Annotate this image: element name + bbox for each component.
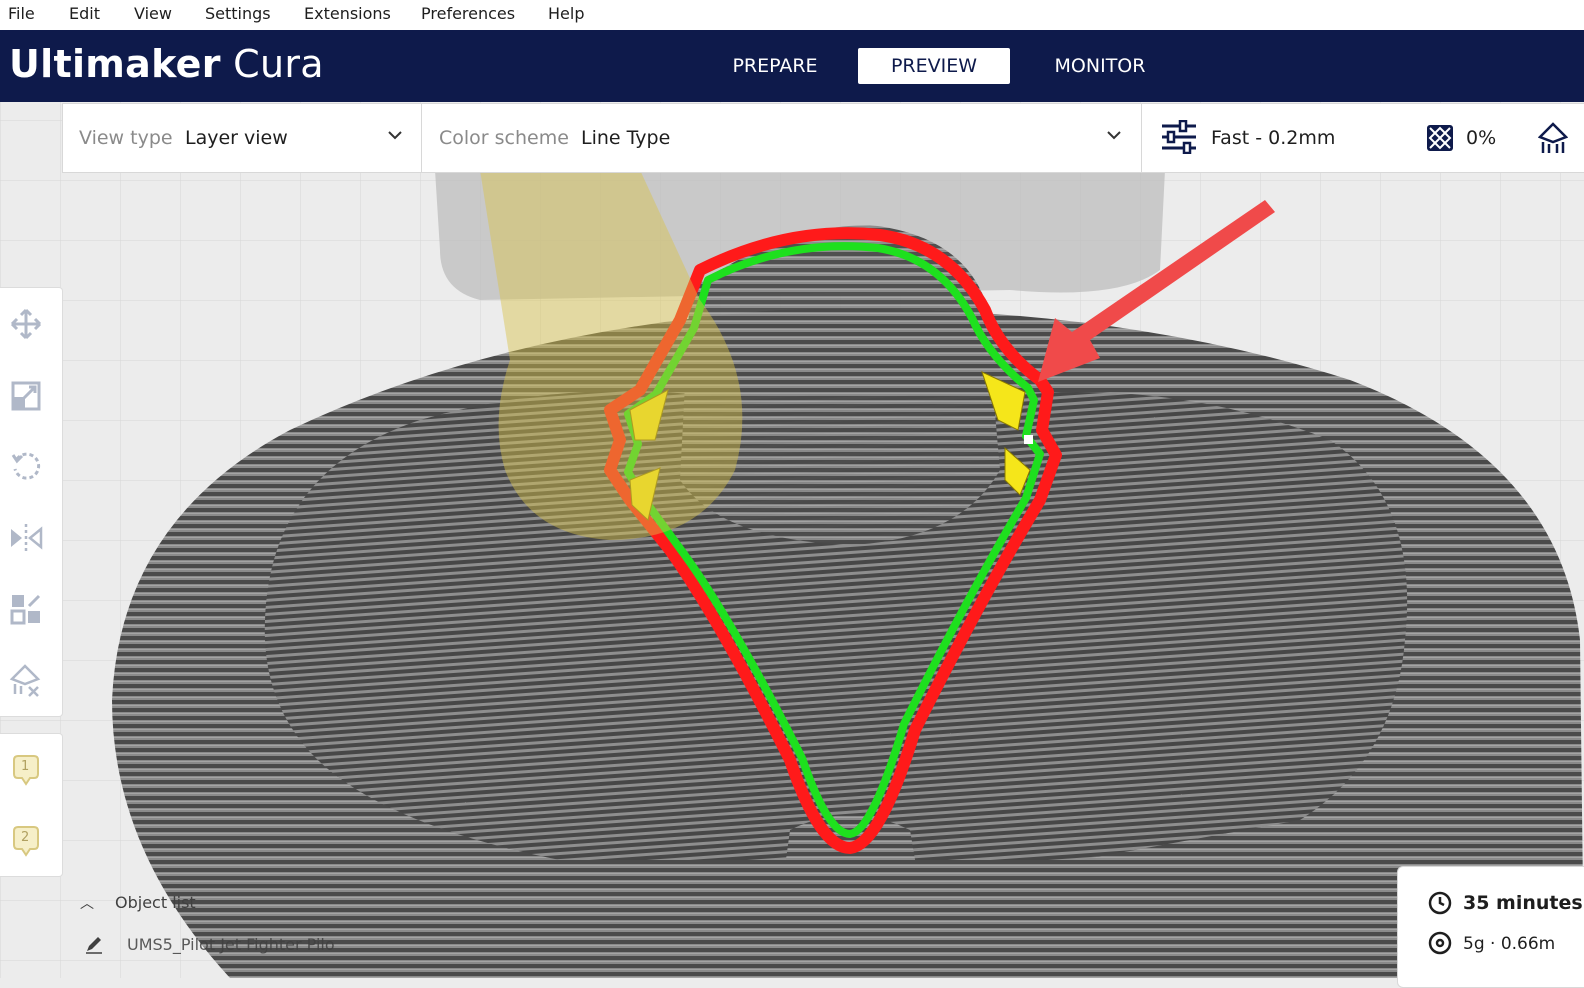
material-usage: 5g · 0.66m	[1463, 934, 1556, 954]
menu-view[interactable]: View	[134, 4, 172, 23]
seam-marker	[1024, 435, 1033, 444]
view-type-dropdown[interactable]: Layer view	[185, 127, 288, 149]
per-model-settings-icon[interactable]	[9, 592, 43, 626]
profile-label[interactable]: Fast - 0.2mm	[1211, 127, 1335, 149]
menu-settings[interactable]: Settings	[205, 4, 271, 23]
mirror-icon[interactable]	[9, 521, 43, 555]
app-header: Ultimaker Cura PREPARE PREVIEW MONITOR	[0, 30, 1584, 102]
chevron-down-icon[interactable]	[1105, 126, 1123, 144]
chevron-up-icon[interactable]: ︿	[80, 893, 94, 913]
print-setup-bar[interactable]: Fast - 0.2mm 0%	[1141, 103, 1584, 173]
chevron-down-icon[interactable]	[386, 126, 404, 144]
support-icon	[1538, 122, 1568, 153]
color-scheme-label: Color scheme	[439, 127, 569, 149]
settings-sliders-icon	[1162, 120, 1196, 154]
app-logo: Ultimaker Cura	[9, 42, 324, 86]
clock-icon	[1428, 891, 1452, 915]
brand-product: Cura	[233, 42, 324, 86]
tab-prepare[interactable]: PREPARE	[700, 48, 850, 84]
move-icon[interactable]	[9, 307, 43, 341]
menu-file[interactable]: File	[8, 4, 35, 23]
extruder-1-button[interactable]: 1	[10, 754, 42, 786]
support-blocker-icon[interactable]	[9, 663, 43, 697]
3d-viewport[interactable]	[0, 102, 1584, 978]
color-scheme-dropdown[interactable]: Line Type	[581, 127, 670, 149]
menu-preferences[interactable]: Preferences	[421, 4, 515, 23]
extruder-number: 2	[21, 830, 30, 845]
menu-bar: File Edit View Settings Extensions Prefe…	[0, 0, 1584, 30]
tab-monitor[interactable]: MONITOR	[1025, 48, 1175, 84]
print-time: 35 minutes	[1463, 892, 1583, 914]
extruder-panel: 1 2	[0, 733, 63, 877]
tab-preview[interactable]: PREVIEW	[858, 48, 1010, 84]
infill-value[interactable]: 0%	[1466, 127, 1496, 149]
menu-help[interactable]: Help	[548, 4, 584, 23]
extruder-number: 1	[21, 759, 30, 774]
tool-panel	[0, 287, 63, 717]
pencil-icon	[86, 937, 102, 954]
scale-icon[interactable]	[9, 379, 43, 413]
layer-view-scene	[0, 102, 1584, 978]
menu-edit[interactable]: Edit	[69, 4, 100, 23]
infill-icon	[1427, 125, 1453, 151]
object-list-toggle[interactable]: Object list	[115, 893, 196, 912]
print-estimate-panel[interactable]: 35 minutes 5g · 0.66m	[1397, 866, 1584, 988]
view-settings-bar: View type Layer view Color scheme Line T…	[62, 103, 1144, 173]
extruder-2-button[interactable]: 2	[10, 825, 42, 857]
view-type-label: View type	[79, 127, 173, 149]
rotate-icon[interactable]	[9, 449, 43, 483]
menu-extensions[interactable]: Extensions	[304, 4, 391, 23]
divider	[421, 104, 422, 172]
object-name[interactable]: UMS5_Pilot Jet Fighter Pilo	[127, 935, 335, 954]
brand-name: Ultimaker	[9, 42, 221, 86]
stem-layers	[770, 815, 935, 978]
spool-icon	[1428, 931, 1452, 955]
